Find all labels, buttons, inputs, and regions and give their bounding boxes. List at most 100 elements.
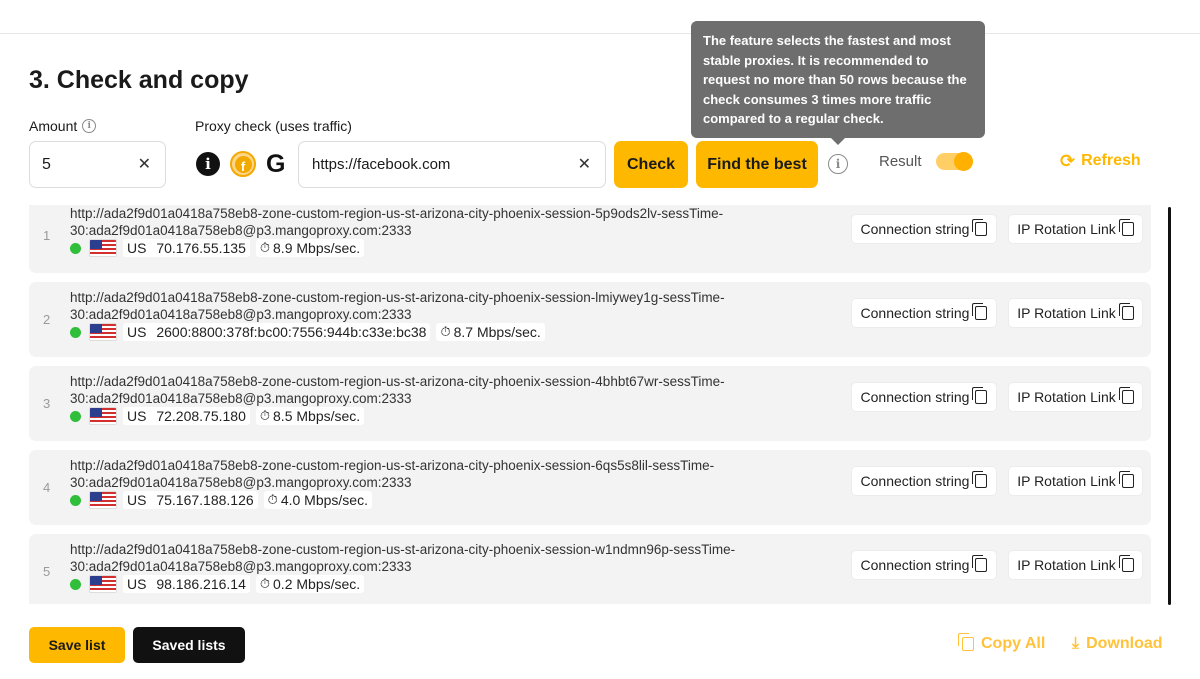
amount-label: Amount i [29,118,97,134]
speed-icon: ⏱ [440,324,451,339]
copy-icon [1118,219,1134,236]
copy-icon [1118,387,1134,404]
save-list-button[interactable]: Save list [29,627,125,663]
row-number: 2 [43,312,51,327]
ip-rotation-link-button[interactable]: IP Rotation Link [1008,550,1143,580]
ip-rotation-label: IP Rotation Link [1017,557,1116,573]
copy-icon [972,555,988,572]
row-meta: US 72.208.75.180 ⏱ 8.5 Mbps/sec. [70,407,365,425]
speed-value: 8.7 Mbps/sec. [453,324,541,340]
connection-string-button[interactable]: Connection string [851,298,997,328]
download-icon: ⤓ [1072,635,1080,652]
us-flag-icon [89,323,117,341]
table-row: 1 http://ada2f9d01a0418a758eb8-zone-cust… [29,205,1151,273]
result-label: Result [879,153,922,170]
ip-rotation-link-button[interactable]: IP Rotation Link [1008,466,1143,496]
country-code: US [127,324,147,340]
facebook-target-icon[interactable]: f [230,151,256,177]
status-dot [70,326,81,338]
country-code: US [127,576,147,592]
speed-value: 8.5 Mbps/sec. [273,408,361,424]
connection-string-button[interactable]: Connection string [851,550,997,580]
ip-rotation-label: IP Rotation Link [1017,221,1116,237]
row-number: 4 [43,480,51,495]
find-best-info-icon[interactable]: i [828,154,848,174]
table-row: 5 http://ada2f9d01a0418a758eb8-zone-cust… [29,534,1151,604]
find-the-best-button[interactable]: Find the best [696,141,818,188]
status-dot [70,494,81,506]
result-toggle[interactable] [936,152,973,171]
ip-chip: US 75.167.188.126 [123,491,258,509]
check-button[interactable]: Check [614,141,688,188]
row-meta: US 70.176.55.135 ⏱ 8.9 Mbps/sec. [70,239,365,257]
copy-icon [1118,303,1134,320]
facebook-glyph: f [234,155,252,173]
ip-address: 98.186.216.14 [156,576,246,592]
proxy-check-label: Proxy check (uses traffic) [195,118,352,134]
ip-address: 70.176.55.135 [156,240,246,256]
amount-value[interactable]: 5 [42,156,51,174]
copy-all-button[interactable]: Copy All [958,633,1046,653]
speed-chip: ⏱ 8.7 Mbps/sec. [436,323,545,341]
speed-value: 0.2 Mbps/sec. [273,576,361,592]
url-clear-icon[interactable]: ✕ [578,156,591,173]
proxy-url: http://ada2f9d01a0418a758eb8-zone-custom… [70,290,725,322]
table-row: 3 http://ada2f9d01a0418a758eb8-zone-cust… [29,366,1151,441]
refresh-button[interactable]: ⟳ Refresh [1060,152,1141,170]
google-target-icon[interactable]: G [266,151,285,177]
us-flag-icon [89,239,117,257]
us-flag-icon [89,407,117,425]
copy-all-label: Copy All [981,635,1046,652]
proxy-check-targets: i f G [196,151,285,177]
connection-string-label: Connection string [860,557,970,573]
us-flag-icon [89,575,117,593]
row-number: 1 [43,228,51,243]
connection-string-label: Connection string [860,305,970,321]
download-label: Download [1086,635,1163,652]
ip-rotation-label: IP Rotation Link [1017,389,1116,405]
ip-rotation-link-button[interactable]: IP Rotation Link [1008,298,1143,328]
ip-chip: US 72.208.75.180 [123,407,250,425]
proxy-list[interactable]: 1 http://ada2f9d01a0418a758eb8-zone-cust… [29,205,1151,604]
connection-string-button[interactable]: Connection string [851,466,997,496]
ip-chip: US 2600:8800:378f:bc00:7556:944b:c33e:bc… [123,323,431,341]
copy-all-icon [958,633,974,651]
saved-lists-button[interactable]: Saved lists [133,627,245,663]
amount-input[interactable]: 5 ✕ [29,141,166,188]
speed-chip: ⏱ 8.5 Mbps/sec. [255,407,365,425]
copy-icon [972,471,988,488]
ip-rotation-link-button[interactable]: IP Rotation Link [1008,382,1143,412]
check-url-input[interactable]: https://facebook.com ✕ [298,141,606,188]
ip-address: 72.208.75.180 [156,408,246,424]
ip-address: 2600:8800:378f:bc00:7556:944b:c33e:bc38 [156,324,427,340]
proxy-url: http://ada2f9d01a0418a758eb8-zone-custom… [70,542,736,574]
refresh-icon: ⟳ [1060,151,1076,171]
speed-value: 4.0 Mbps/sec. [280,492,368,508]
ip-rotation-link-button[interactable]: IP Rotation Link [1008,214,1143,244]
speed-value: 8.9 Mbps/sec. [273,240,361,256]
connection-string-button[interactable]: Connection string [851,382,997,412]
top-divider [0,33,1200,34]
refresh-label: Refresh [1081,152,1141,169]
proxy-url: http://ada2f9d01a0418a758eb8-zone-custom… [70,206,724,238]
table-row: 4 http://ada2f9d01a0418a758eb8-zone-cust… [29,450,1151,525]
list-scrollbar[interactable] [1168,207,1171,605]
info-target-icon[interactable]: i [196,152,220,176]
row-number: 5 [43,564,51,579]
copy-icon [972,303,988,320]
amount-info-icon[interactable]: i [82,119,97,133]
connection-string-label: Connection string [860,389,970,405]
check-url-value[interactable]: https://facebook.com [312,156,450,173]
row-meta: US 75.167.188.126 ⏱ 4.0 Mbps/sec. [70,491,372,509]
connection-string-button[interactable]: Connection string [851,214,997,244]
amount-clear-icon[interactable]: ✕ [138,156,151,173]
amount-label-text: Amount [29,118,78,134]
toggle-knob [954,152,973,171]
row-meta: US 98.186.216.14 ⏱ 0.2 Mbps/sec. [70,575,365,593]
find-best-tooltip: The feature selects the fastest and most… [691,21,985,145]
download-button[interactable]: ⤓ Download [1072,635,1163,653]
speed-icon: ⏱ [267,492,278,507]
section-title: 3. Check and copy [29,66,249,94]
ip-chip: US 70.176.55.135 [123,239,250,257]
speed-chip: ⏱ 8.9 Mbps/sec. [255,239,365,257]
